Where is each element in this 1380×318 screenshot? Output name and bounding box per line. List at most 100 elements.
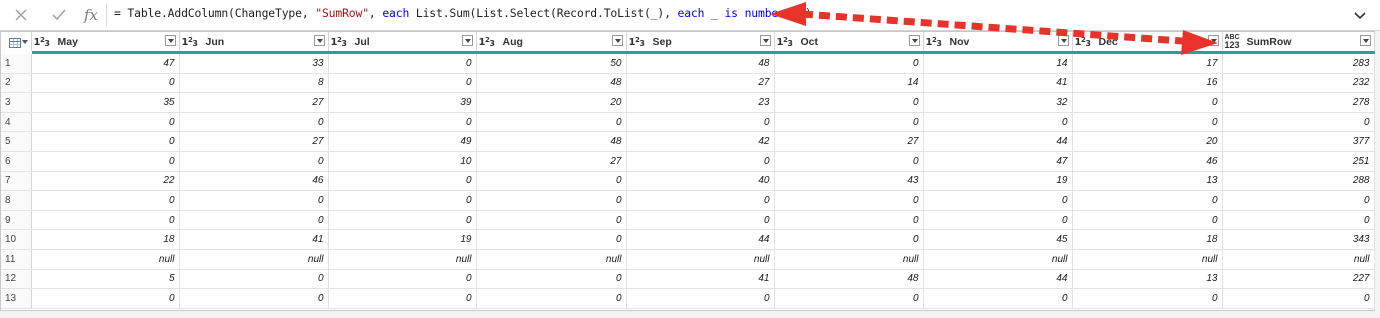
column-header-nov[interactable]: 123 Nov <box>923 32 1073 54</box>
whole-number-type-icon[interactable]: 123 <box>926 36 950 48</box>
column-header-sep[interactable]: 123 Sep <box>626 32 775 54</box>
row-number[interactable]: 1 <box>1 52 32 74</box>
row-number[interactable]: 7 <box>1 171 32 192</box>
table-cell[interactable]: 18 <box>1072 229 1223 250</box>
table-cell[interactable]: 27 <box>179 131 329 152</box>
whole-number-type-icon[interactable]: 123 <box>331 36 355 48</box>
table-cell[interactable]: 44 <box>923 269 1073 290</box>
table-cell[interactable]: 39 <box>328 92 477 113</box>
table-cell[interactable]: null <box>1222 249 1375 270</box>
table-cell[interactable]: 0 <box>476 210 627 231</box>
table-cell[interactable]: 0 <box>1072 92 1223 113</box>
column-header-dec[interactable]: 123 Dec <box>1072 32 1223 54</box>
table-cell[interactable]: 46 <box>179 171 329 192</box>
table-cell[interactable]: null <box>179 249 329 270</box>
table-cell[interactable]: 0 <box>1222 190 1375 211</box>
table-cell[interactable]: 22 <box>31 171 180 192</box>
table-cell[interactable]: 0 <box>774 92 924 113</box>
table-cell[interactable]: 0 <box>328 210 477 231</box>
table-cell[interactable]: 19 <box>923 171 1073 192</box>
row-number[interactable]: 5 <box>1 131 32 152</box>
table-cell[interactable]: 41 <box>626 269 775 290</box>
table-cell[interactable]: 45 <box>923 229 1073 250</box>
table-cell[interactable]: 0 <box>1072 112 1223 133</box>
column-header-jun[interactable]: 123 Jun <box>179 32 329 54</box>
table-cell[interactable]: 0 <box>1222 210 1375 231</box>
table-cell[interactable]: 0 <box>476 171 627 192</box>
row-number[interactable]: 10 <box>1 229 32 250</box>
table-cell[interactable]: 343 <box>1222 229 1375 250</box>
whole-number-type-icon[interactable]: 123 <box>34 36 58 48</box>
table-cell[interactable]: 0 <box>31 131 180 152</box>
table-cell[interactable]: 32 <box>923 92 1073 113</box>
table-cell[interactable]: 0 <box>476 269 627 290</box>
table-cell[interactable]: 0 <box>179 210 329 231</box>
table-cell[interactable]: 33 <box>179 52 329 74</box>
table-cell[interactable]: 27 <box>179 92 329 113</box>
table-cell[interactable]: 48 <box>626 52 775 74</box>
table-cell[interactable]: 0 <box>476 288 627 309</box>
table-cell[interactable]: 27 <box>774 131 924 152</box>
table-cell[interactable]: 283 <box>1222 52 1375 74</box>
column-filter-dropdown-button[interactable] <box>908 35 920 46</box>
table-cell[interactable]: 44 <box>923 131 1073 152</box>
table-cell[interactable]: 0 <box>328 112 477 133</box>
table-cell[interactable]: 0 <box>626 190 775 211</box>
row-number[interactable]: 3 <box>1 92 32 113</box>
table-cell[interactable]: 49 <box>328 131 477 152</box>
table-cell[interactable]: null <box>476 249 627 270</box>
row-number[interactable]: 4 <box>1 112 32 133</box>
fx-icon[interactable]: fx <box>80 4 102 26</box>
table-row[interactable]: 1 47 33 0 50 48 0 14 17 283 <box>1 52 1375 74</box>
table-cell[interactable]: 41 <box>923 73 1073 94</box>
table-cell[interactable]: 0 <box>31 288 180 309</box>
column-header-jul[interactable]: 123 Jul <box>328 32 477 54</box>
table-cell[interactable]: 0 <box>328 171 477 192</box>
row-number[interactable]: 12 <box>1 269 32 290</box>
chevron-down-icon[interactable] <box>1352 7 1368 23</box>
whole-number-type-icon[interactable]: 123 <box>1075 36 1099 48</box>
table-cell[interactable]: 0 <box>31 73 180 94</box>
table-cell[interactable]: 48 <box>774 269 924 290</box>
table-cell[interactable]: 377 <box>1222 131 1375 152</box>
table-cell[interactable]: 0 <box>328 73 477 94</box>
table-cell[interactable]: 0 <box>923 112 1073 133</box>
table-cell[interactable]: 0 <box>1222 288 1375 309</box>
table-cell[interactable]: null <box>328 249 477 270</box>
table-cell[interactable]: 0 <box>31 190 180 211</box>
row-number[interactable]: 8 <box>1 190 32 211</box>
column-filter-dropdown-button[interactable] <box>313 35 325 46</box>
table-cell[interactable]: 14 <box>923 52 1073 74</box>
column-filter-dropdown-button[interactable] <box>1359 35 1371 46</box>
table-cell[interactable]: 19 <box>328 229 477 250</box>
table-cell[interactable]: 0 <box>774 112 924 133</box>
table-cell[interactable]: 0 <box>179 190 329 211</box>
table-cell[interactable]: 0 <box>923 190 1073 211</box>
table-cell[interactable]: 0 <box>31 151 180 172</box>
table-cell[interactable]: 0 <box>774 229 924 250</box>
table-cell[interactable]: 10 <box>328 151 477 172</box>
column-filter-dropdown-button[interactable] <box>1057 35 1069 46</box>
whole-number-type-icon[interactable]: 123 <box>479 36 503 48</box>
table-cell[interactable]: 0 <box>923 288 1073 309</box>
table-cell[interactable]: 20 <box>1072 131 1223 152</box>
table-cell[interactable]: 20 <box>476 92 627 113</box>
table-cell[interactable]: 0 <box>476 190 627 211</box>
table-cell[interactable]: 35 <box>31 92 180 113</box>
table-cell[interactable]: 18 <box>31 229 180 250</box>
table-cell[interactable]: 0 <box>179 269 329 290</box>
table-cell[interactable]: 0 <box>328 269 477 290</box>
table-row[interactable]: 9000000000 <box>1 210 1375 231</box>
table-cell[interactable]: 0 <box>1072 190 1223 211</box>
table-cell[interactable]: 46 <box>1072 151 1223 172</box>
table-row[interactable]: 5 0 27 49 48 42 27 44 20 377 <box>1 131 1375 152</box>
table-cell[interactable]: 0 <box>1072 288 1223 309</box>
formula-input[interactable]: = Table.AddColumn(ChangeType, "SumRow", … <box>114 6 812 20</box>
table-cell[interactable]: 232 <box>1222 73 1375 94</box>
column-filter-dropdown-button[interactable] <box>759 35 771 46</box>
table-cell[interactable]: null <box>1072 249 1223 270</box>
table-cell[interactable]: 0 <box>626 112 775 133</box>
column-header-sumrow[interactable]: ABC 123 SumRow <box>1222 32 1375 54</box>
column-filter-dropdown-button[interactable] <box>461 35 473 46</box>
table-row[interactable]: 12 5 0 0 0 41 48 44 13 227 <box>1 269 1375 290</box>
